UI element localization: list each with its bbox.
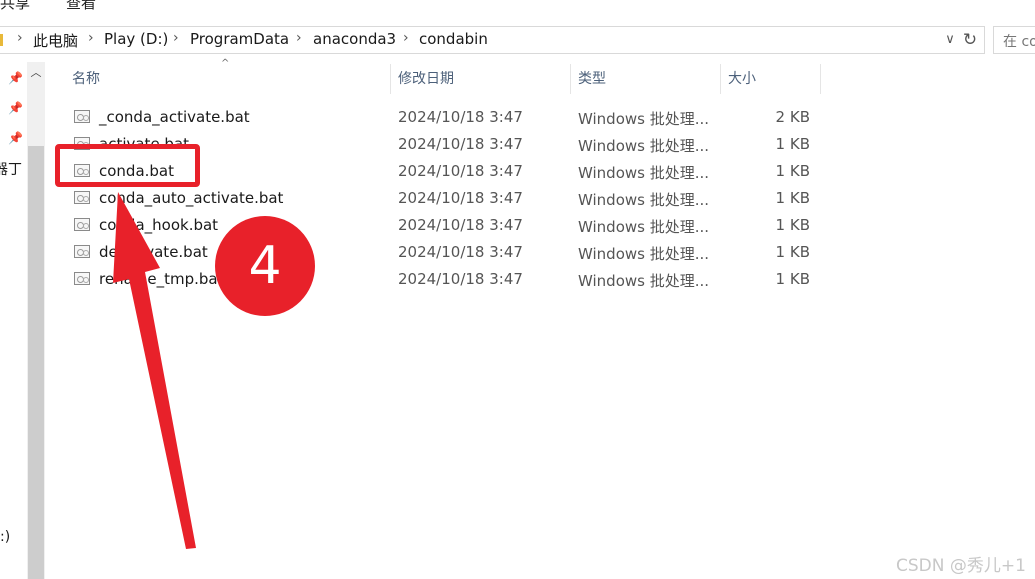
- step-badge: 4: [215, 216, 315, 316]
- annotation-arrow: [113, 192, 196, 549]
- arrow-icon: [113, 192, 196, 549]
- highlight-box: [55, 144, 200, 187]
- watermark: CSDN @秀儿+1: [896, 556, 1026, 576]
